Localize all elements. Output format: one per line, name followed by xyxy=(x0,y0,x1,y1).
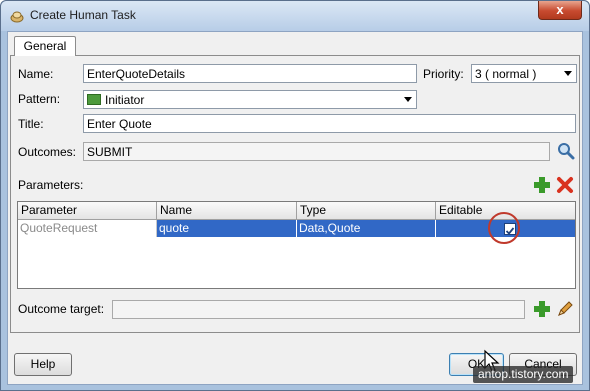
title-input[interactable]: Enter Quote xyxy=(83,114,576,133)
outcome-target-label: Outcome target: xyxy=(18,302,105,316)
highlight-circle xyxy=(488,212,520,244)
dialog-window: Create Human Task x General Name: EnterQ… xyxy=(0,0,590,391)
name-cell[interactable]: quote xyxy=(157,220,297,237)
chevron-down-icon xyxy=(564,71,572,76)
column-header-parameter[interactable]: Parameter xyxy=(18,202,157,220)
close-button[interactable]: x xyxy=(538,1,582,20)
dialog-content: General Name: EnterQuoteDetails Priority… xyxy=(7,31,583,385)
title-label: Title: xyxy=(18,117,44,131)
human-task-icon xyxy=(10,11,24,23)
outcome-target-field[interactable] xyxy=(112,300,525,319)
chevron-down-icon xyxy=(404,97,412,102)
edit-pencil-icon[interactable] xyxy=(556,300,574,318)
pattern-value: Initiator xyxy=(105,93,145,107)
pattern-select[interactable]: Initiator xyxy=(83,90,417,109)
remove-parameter-icon[interactable] xyxy=(556,176,574,194)
window-title: Create Human Task xyxy=(30,8,136,22)
search-icon[interactable] xyxy=(557,142,575,160)
title-bar[interactable]: Create Human Task x xyxy=(1,1,589,31)
outcomes-label: Outcomes: xyxy=(18,145,77,159)
watermark: antop.tistory.com xyxy=(473,366,574,383)
tab-general[interactable]: General xyxy=(14,36,76,56)
pattern-label: Pattern: xyxy=(18,92,61,106)
priority-value: 3 ( normal ) xyxy=(475,67,537,81)
name-label: Name: xyxy=(18,67,54,81)
parameters-table: Parameter Name Type Editable QuoteReques… xyxy=(17,201,576,289)
name-input[interactable]: EnterQuoteDetails xyxy=(83,64,417,83)
priority-select[interactable]: 3 ( normal ) xyxy=(471,64,577,83)
initiator-pattern-icon xyxy=(87,94,101,105)
outcomes-field[interactable]: SUBMIT xyxy=(83,142,550,161)
general-panel: Name: EnterQuoteDetails Priority: 3 ( no… xyxy=(10,55,580,333)
parameters-label: Parameters: xyxy=(18,178,84,192)
add-parameter-icon[interactable] xyxy=(533,176,551,194)
add-outcome-target-icon[interactable] xyxy=(533,300,551,318)
column-header-type[interactable]: Type xyxy=(297,202,436,220)
priority-label: Priority: xyxy=(423,67,464,81)
help-button[interactable]: Help xyxy=(14,353,72,376)
column-header-name[interactable]: Name xyxy=(157,202,297,220)
type-cell[interactable]: Data,Quote xyxy=(297,220,436,237)
parameter-cell[interactable]: QuoteRequest xyxy=(18,220,157,237)
